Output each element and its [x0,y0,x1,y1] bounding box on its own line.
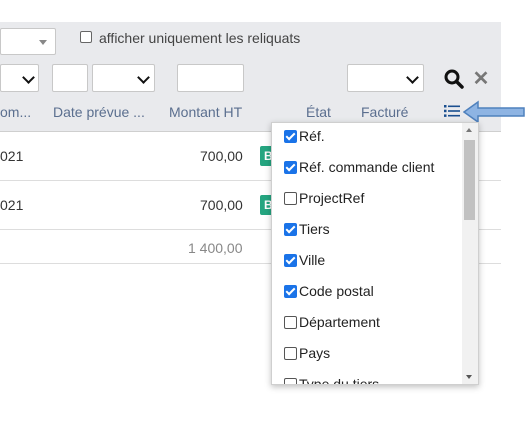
column-option-label: Pays [299,345,331,361]
column-option-label: Tiers [299,221,330,237]
reliquats-label: afficher uniquement les reliquats [99,30,301,46]
column-header-etat[interactable]: État [306,104,331,120]
checkbox[interactable] [284,161,297,174]
checkbox[interactable] [284,316,297,329]
close-icon[interactable]: ✕ [472,68,490,90]
checkbox[interactable] [284,223,297,236]
checkbox[interactable] [284,130,297,143]
reliquats-checkbox[interactable] [80,31,92,43]
filter-select-col1[interactable] [0,64,39,92]
column-header-commande[interactable]: om... [0,104,31,120]
column-option-label: Type du tiers [299,376,380,385]
column-option-label: ProjectRef [299,190,365,206]
row-date: 021 [0,148,24,164]
chevron-down-icon [39,40,47,45]
chevron-down-icon [406,71,419,84]
column-option-label: Code postal [299,283,374,299]
checkbox[interactable] [284,378,297,384]
list-icon[interactable] [444,104,460,118]
chevron-down-icon [137,71,150,84]
checkbox[interactable] [284,347,297,360]
row-date: 021 [0,197,24,213]
column-picker-dropdown[interactable]: Réf. Réf. commande client ProjectRef Tie… [271,122,479,385]
filter-select-date-month[interactable] [92,64,155,92]
scrollbar-thumb[interactable] [464,140,475,220]
column-option-label: Ville [299,252,326,268]
column-option-label: Réf. [299,128,325,144]
search-icon[interactable] [443,68,465,90]
column-header-facture[interactable]: Facturé [361,104,408,120]
scroll-up-icon[interactable] [466,128,472,132]
chevron-down-icon [22,71,35,84]
column-header-date-prevue[interactable]: Date prévue ... [53,104,145,120]
checkbox[interactable] [284,285,297,298]
filter-input-date-day[interactable] [52,64,88,92]
filter-select-top[interactable] [0,28,56,55]
column-option-label: Département [299,314,380,330]
checkbox[interactable] [284,254,297,267]
row-montant: 700,00 [200,197,243,213]
column-option-label: Réf. commande client [299,159,435,175]
column-header-montant-ht[interactable]: Montant HT [169,104,242,120]
total-montant: 1 400,00 [188,240,243,256]
scroll-down-icon[interactable] [466,375,472,379]
row-montant: 700,00 [200,148,243,164]
annotation-arrow-icon [463,100,525,124]
filter-select-facture[interactable] [347,64,424,92]
filter-input-montant[interactable] [177,64,244,92]
checkbox[interactable] [284,192,297,205]
